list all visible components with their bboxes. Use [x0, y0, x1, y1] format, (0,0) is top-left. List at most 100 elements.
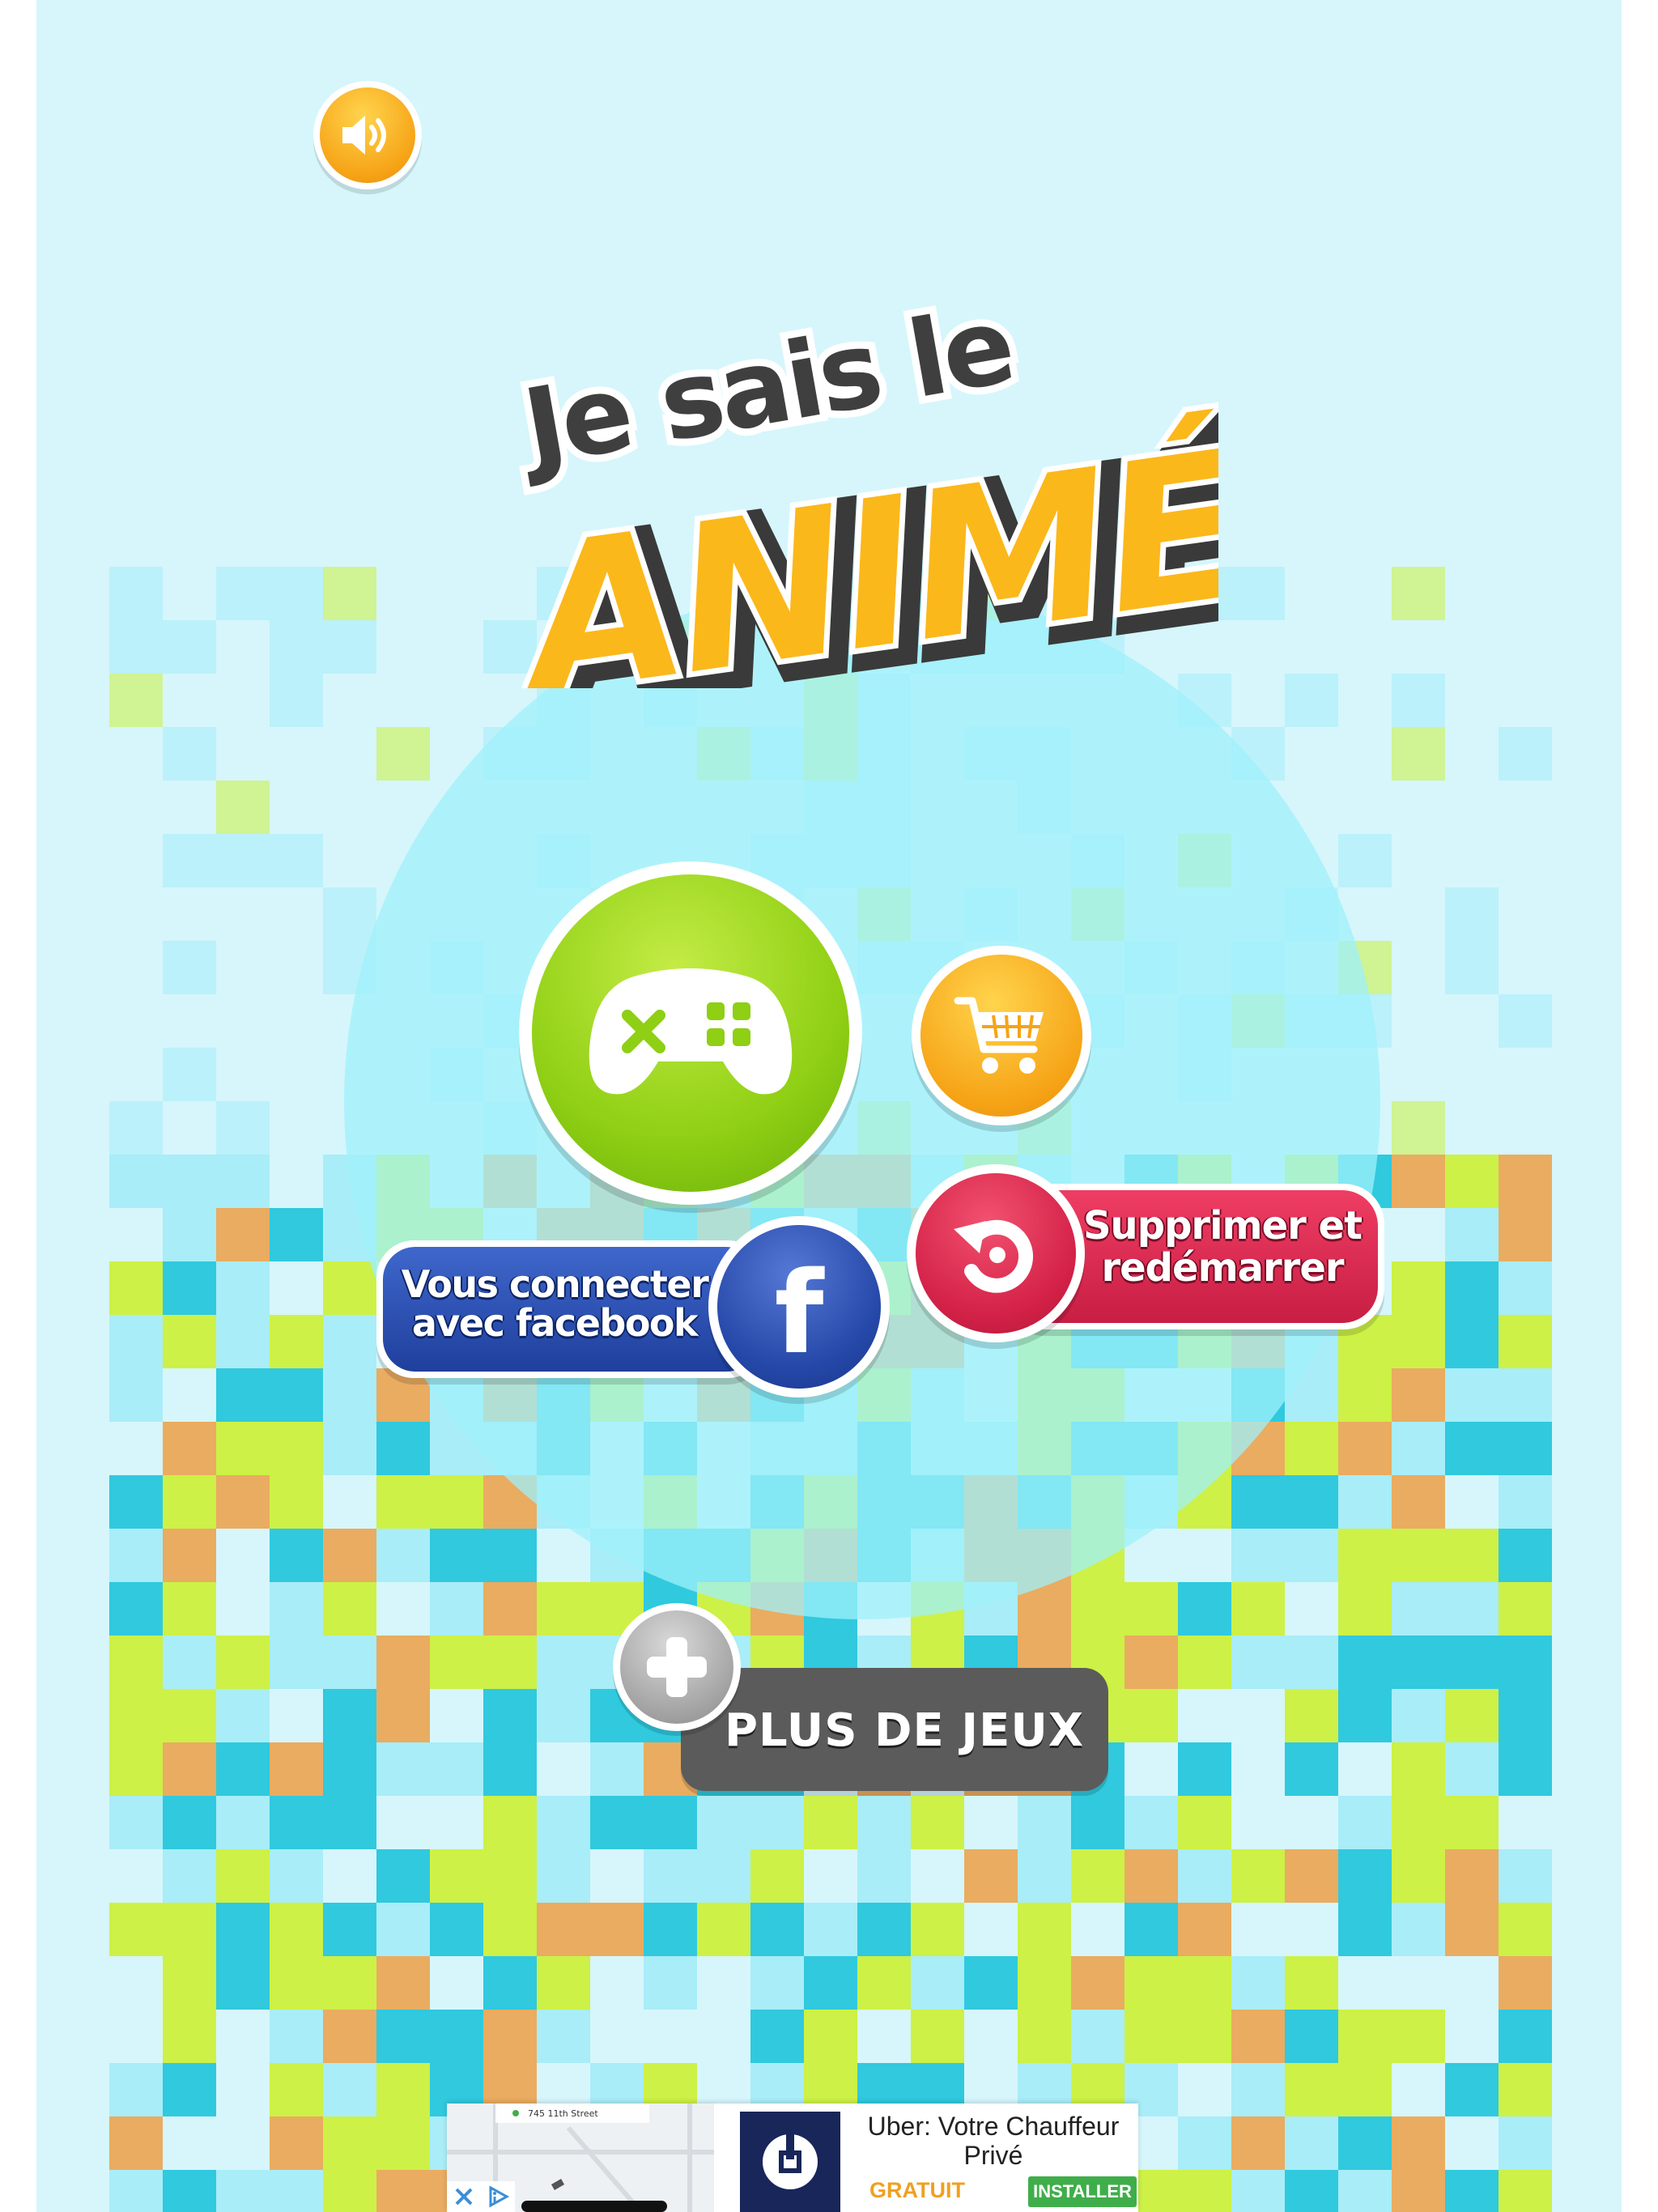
pixel-tile	[1499, 994, 1552, 1048]
pixel-tile	[216, 1956, 270, 2010]
pixel-tile	[323, 1582, 376, 1636]
pixel-tile	[109, 2063, 163, 2116]
pixel-tile	[376, 1422, 430, 1475]
pixel-tile	[323, 1903, 376, 1956]
adchoices-icon[interactable]	[486, 2184, 510, 2209]
pixel-tile	[430, 1903, 483, 1956]
ad-choices[interactable]	[447, 2181, 515, 2212]
pixel-tile	[1124, 1689, 1178, 1742]
pixel-tile	[323, 2010, 376, 2063]
pixel-tile	[270, 1368, 323, 1422]
pixel-tile	[644, 1849, 697, 1903]
pixel-tile	[270, 2116, 323, 2170]
pixel-tile	[163, 1796, 216, 1849]
pixel-tile	[1392, 1582, 1445, 1636]
pixel-tile	[270, 1582, 323, 1636]
pixel-tile	[1124, 1796, 1178, 1849]
pixel-tile	[1392, 1368, 1445, 1422]
reset-restart-button[interactable]: Supprimer et redémarrer	[907, 1164, 1384, 1342]
pixel-tile	[1445, 1529, 1499, 1582]
pixel-tile	[1018, 1903, 1071, 1956]
pixel-tile	[163, 1315, 216, 1368]
pixel-tile	[1285, 1422, 1338, 1475]
pixel-tile	[750, 1849, 804, 1903]
sound-button[interactable]	[313, 81, 422, 189]
pixel-tile	[1285, 1636, 1338, 1689]
pixel-tile	[1178, 1849, 1231, 1903]
pixel-tile	[216, 567, 270, 620]
pixel-tile	[163, 1582, 216, 1636]
pixel-tile	[483, 1636, 537, 1689]
speaker-icon	[342, 116, 386, 155]
pixel-tile	[1124, 1903, 1178, 1956]
pixel-tile	[1285, 1475, 1338, 1529]
pixel-tile	[1231, 1636, 1285, 1689]
pixel-tile	[430, 1636, 483, 1689]
pixel-tile	[109, 1903, 163, 1956]
pixel-tile	[1392, 2170, 1445, 2212]
reset-label-line2: redémarrer	[1101, 1245, 1344, 1291]
pixel-tile	[1445, 1796, 1499, 1849]
pixel-tile	[1285, 2010, 1338, 2063]
pixel-tile	[1231, 2116, 1285, 2170]
ad-banner[interactable]: 745 11th Street Uber: Votre Chauffeur Pr…	[447, 2104, 1138, 2212]
pixel-tile	[270, 2010, 323, 2063]
pixel-tile	[964, 1849, 1018, 1903]
pixel-tile	[1018, 1796, 1071, 1849]
pixel-tile	[1231, 1529, 1285, 1582]
pixel-tile	[1231, 2010, 1285, 2063]
pixel-tile	[857, 1956, 911, 2010]
pixel-tile	[1231, 1849, 1285, 1903]
pixel-tile	[1499, 1208, 1552, 1261]
pixel-tile	[1285, 2116, 1338, 2170]
pixel-tile	[1178, 2116, 1231, 2170]
pixel-tile	[644, 1956, 697, 2010]
pixel-tile	[1392, 1101, 1445, 1155]
pixel-tile	[1338, 1475, 1392, 1529]
shop-button[interactable]	[912, 946, 1091, 1125]
pixel-tile	[1392, 1422, 1445, 1475]
pixel-tile	[1392, 1155, 1445, 1208]
close-icon[interactable]	[452, 2184, 476, 2209]
pixel-tile	[109, 1368, 163, 1422]
pixel-tile	[483, 1956, 537, 2010]
pixel-tile	[1445, 2063, 1499, 2116]
pixel-tile	[857, 1796, 911, 1849]
pixel-tile	[1178, 1903, 1231, 1956]
pixel-tile	[430, 1475, 483, 1529]
pixel-tile	[483, 1796, 537, 1849]
pixel-tile	[1445, 941, 1499, 994]
pixel-tile	[109, 2116, 163, 2170]
pixel-tile	[1499, 2116, 1552, 2170]
pixel-tile	[430, 1529, 483, 1582]
facebook-label-line2: avec facebook	[411, 1301, 699, 1345]
pixel-tile	[163, 1048, 216, 1101]
pixel-tile	[216, 1475, 270, 1529]
play-button[interactable]	[519, 861, 862, 1205]
pixel-tile	[216, 1208, 270, 1261]
pixel-tile	[270, 620, 323, 674]
reset-circle	[907, 1164, 1085, 1342]
facebook-login-button[interactable]: Vous connecter avec facebook f	[376, 1216, 890, 1401]
ad-price: GRATUIT	[869, 2178, 965, 2202]
pixel-tile	[163, 1155, 216, 1208]
more-games-button[interactable]: PLUS DE JEUX	[613, 1603, 1108, 1794]
pixel-tile	[1499, 2010, 1552, 2063]
pixel-tile	[483, 1742, 537, 1796]
pixel-tile	[323, 1529, 376, 1582]
pixel-tile	[483, 1903, 537, 1956]
pixel-tile	[270, 1636, 323, 1689]
pixel-tile	[323, 2063, 376, 2116]
pixel-tile	[1338, 1903, 1392, 1956]
ad-install-button[interactable]: INSTALLER	[1028, 2176, 1137, 2207]
pixel-tile	[1392, 567, 1445, 620]
pixel-tile	[1499, 1155, 1552, 1208]
pixel-tile	[109, 1475, 163, 1529]
ad-map-street: 745 11th Street	[528, 2108, 598, 2119]
pixel-tile	[376, 1956, 430, 2010]
pixel-tile	[323, 1315, 376, 1368]
pixel-tile	[1392, 1261, 1445, 1315]
pixel-tile	[911, 2010, 964, 2063]
pixel-tile	[1499, 2063, 1552, 2116]
pixel-tile	[216, 1689, 270, 1742]
